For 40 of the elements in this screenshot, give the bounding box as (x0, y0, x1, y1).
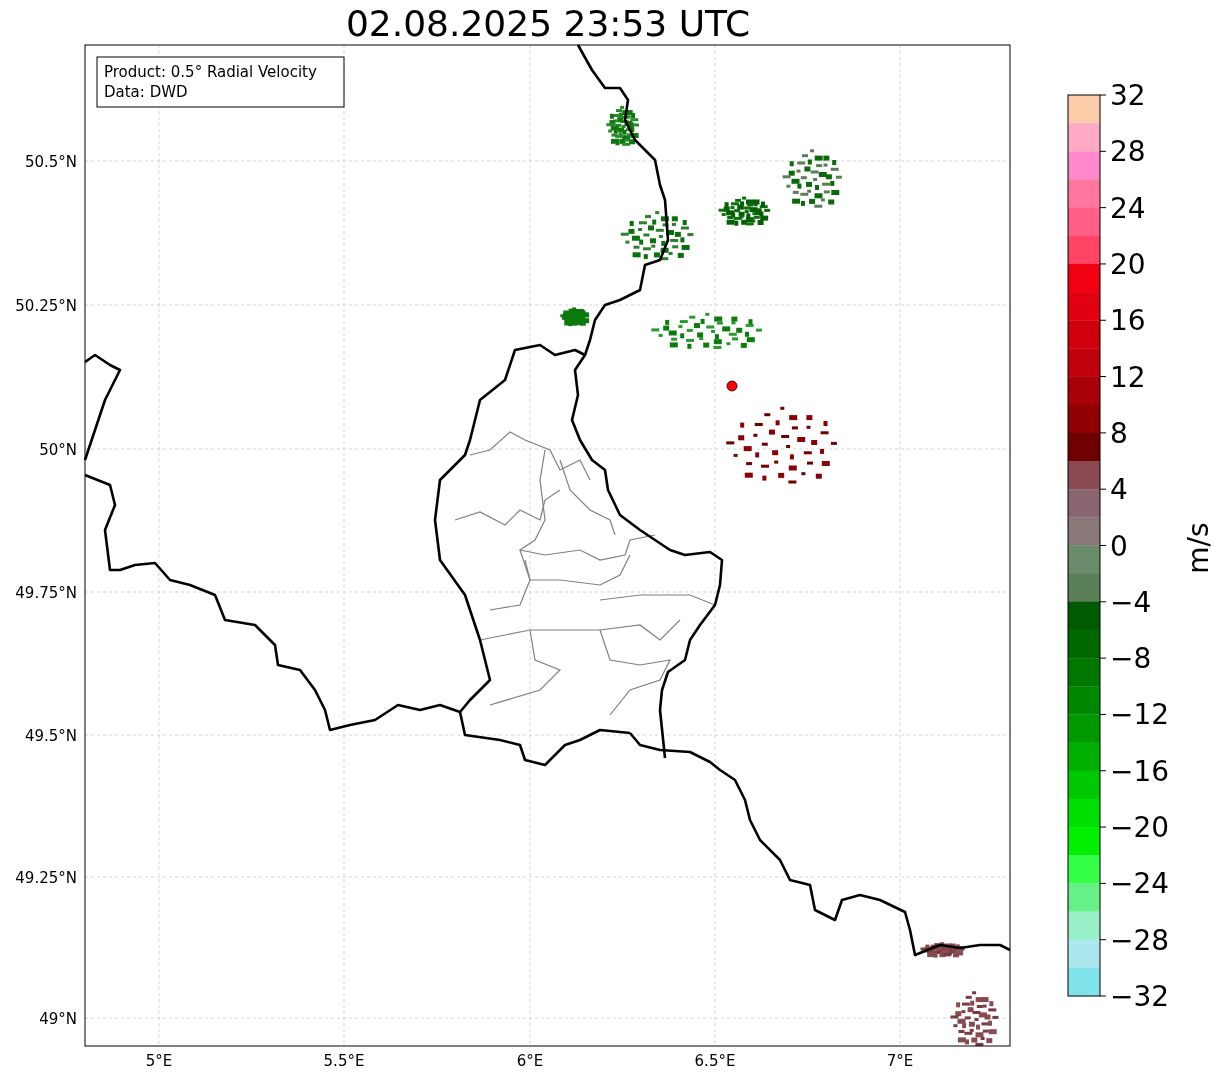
colorbar-tick-label: −8 (1110, 642, 1152, 676)
axis-tick-label: 50°N (39, 441, 77, 459)
axis-tick-label: 49.5°N (24, 727, 77, 745)
colorbar-tick-label: 32 (1110, 79, 1146, 112)
radar-site-marker (726, 380, 738, 392)
colorbar-tick-label: −24 (1110, 867, 1170, 901)
axis-tick-label: 50.25°N (15, 297, 77, 315)
colorbar-tick-label: 28 (1110, 135, 1146, 169)
colorbar-tick-label: 20 (1110, 247, 1146, 281)
colorbar-tick-label: −16 (1110, 754, 1170, 788)
info-text: Data: DWD (104, 83, 188, 101)
colorbar-tick-label: 4 (1110, 473, 1128, 507)
axis-tick-label: 6°E (516, 1052, 544, 1070)
axis-tick-label: 5°E (145, 1052, 173, 1070)
radar-echo (560, 307, 590, 327)
axis-tick-label: 50.5°N (24, 153, 77, 171)
colorbar-tick-label: −32 (1110, 980, 1170, 1013)
axis-tick-label: 49.25°N (15, 869, 77, 887)
colorbar-tick-label: 12 (1110, 360, 1146, 394)
colorbar-tick-label: −4 (1110, 585, 1152, 619)
colorbar-label: m/s (1182, 522, 1215, 574)
radar-echo (920, 942, 965, 958)
colorbar-tick-label: −12 (1110, 698, 1170, 732)
colorbar-tick-label: 24 (1110, 191, 1146, 225)
colorbar-tick-label: 0 (1110, 529, 1128, 563)
axis-tick-label: 49°N (39, 1010, 77, 1028)
colorbar-tick-label: −20 (1110, 811, 1170, 845)
radar-echo (950, 991, 999, 1046)
axis-tick-label: 7°E (886, 1052, 914, 1070)
colorbar-tick-label: 16 (1110, 304, 1146, 338)
colorbar-tick-label: −28 (1110, 923, 1170, 957)
info-text: Product: 0.5° Radial Velocity (104, 63, 317, 81)
axis-tick-label: 5.5°E (323, 1052, 365, 1070)
radar-echo (782, 149, 842, 208)
chart-title: 02.08.2025 23:53 UTC (345, 3, 751, 44)
axis-tick-label: 49.75°N (15, 584, 77, 602)
radar-echo (606, 105, 639, 146)
colorbar-tick-label: 8 (1110, 416, 1128, 450)
radar-echo (718, 196, 771, 226)
axis-tick-label: 6.5°E (694, 1052, 736, 1070)
